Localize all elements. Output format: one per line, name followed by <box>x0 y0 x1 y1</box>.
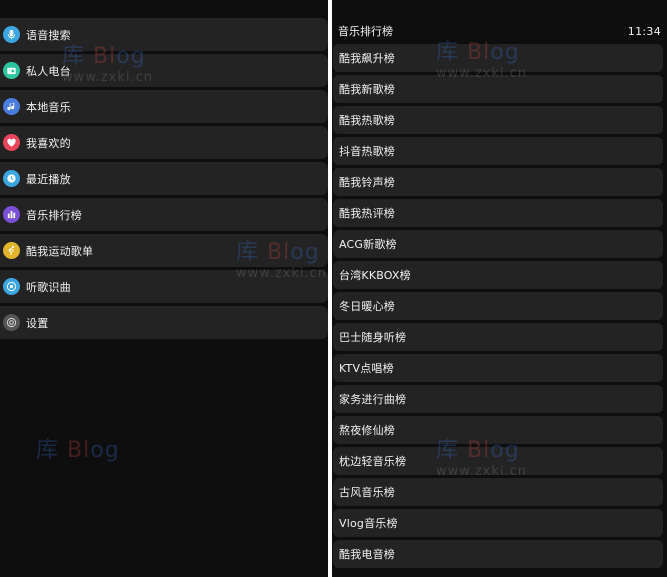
music-note-icon <box>3 98 20 115</box>
ranking-item[interactable]: 酷我铃声榜 <box>333 168 663 196</box>
menu-item[interactable]: 听歌识曲 <box>0 270 328 303</box>
menu-item[interactable]: 酷我运动歌单 <box>0 234 328 267</box>
side-menu: 语音搜索私人电台本地音乐我喜欢的最近播放音乐排行榜酷我运动歌单 听歌识曲设置 <box>0 18 328 342</box>
settings-icon <box>3 314 20 331</box>
ranking-item[interactable]: 冬日暖心榜 <box>333 292 663 320</box>
menu-item-label: 我喜欢的 <box>26 136 71 150</box>
menu-item-label: 音乐排行榜 <box>26 208 82 222</box>
ranking-item[interactable]: 台湾KKBOX榜 <box>333 261 663 289</box>
ranking-item[interactable]: 酷我飙升榜 <box>333 44 663 72</box>
ranking-item[interactable]: 酷我电音榜 <box>333 540 663 568</box>
ranking-item[interactable]: 巴士随身听榜 <box>333 323 663 351</box>
menu-item[interactable]: 我喜欢的 <box>0 126 328 159</box>
ranking-item[interactable]: 酷我热歌榜 <box>333 106 663 134</box>
ranking-item[interactable]: 家务进行曲榜 <box>333 385 663 413</box>
clock-icon <box>3 170 20 187</box>
status-bar: 音乐排行榜 11:34 <box>338 22 661 40</box>
menu-item-label: 最近播放 <box>26 172 71 186</box>
radio-icon <box>3 62 20 79</box>
menu-item[interactable]: 本地音乐 <box>0 90 328 123</box>
menu-item[interactable]: 音乐排行榜 <box>0 198 328 231</box>
run-icon <box>3 242 20 259</box>
ranking-item[interactable]: 枕边轻音乐榜 <box>333 447 663 475</box>
menu-item-label: 本地音乐 <box>26 100 71 114</box>
ranking-item[interactable]: KTV点唱榜 <box>333 354 663 382</box>
ranking-item[interactable]: Vlog音乐榜 <box>333 509 663 537</box>
menu-item-label: 语音搜索 <box>26 28 71 42</box>
ranking-item[interactable]: 酷我热评榜 <box>333 199 663 227</box>
ranking-item[interactable]: 酷我新歌榜 <box>333 75 663 103</box>
menu-item-label: 酷我运动歌单 <box>26 244 94 258</box>
menu-item-label: 私人电台 <box>26 64 71 78</box>
clock-time: 11:34 <box>627 24 661 38</box>
left-menu-panel: 语音搜索私人电台本地音乐我喜欢的最近播放音乐排行榜酷我运动歌单 听歌识曲设置 <box>0 0 328 577</box>
menu-item-label: 听歌识曲 <box>26 280 71 294</box>
ranking-item[interactable]: ACG新歌榜 <box>333 230 663 258</box>
menu-item[interactable]: 语音搜索 <box>0 18 328 51</box>
menu-item[interactable]: 设置 <box>0 306 328 339</box>
ranking-panel: 音乐排行榜 11:34 酷我飙升榜酷我新歌榜酷我热歌榜抖音热歌榜酷我铃声榜酷我热… <box>332 0 667 577</box>
microphone-icon <box>3 26 20 43</box>
menu-item[interactable]: 最近播放 <box>0 162 328 195</box>
page-title: 音乐排行榜 <box>338 25 393 38</box>
ranking-item[interactable]: 抖音热歌榜 <box>333 137 663 165</box>
heart-icon <box>3 134 20 151</box>
menu-item-label: 设置 <box>26 316 49 330</box>
chart-bars-icon <box>3 206 20 223</box>
ranking-item[interactable]: 熬夜修仙榜 <box>333 416 663 444</box>
ranking-item[interactable]: 古风音乐榜 <box>333 478 663 506</box>
ranking-list: 酷我飙升榜酷我新歌榜酷我热歌榜抖音热歌榜酷我铃声榜酷我热评榜 ACG新歌榜 台湾KK… <box>332 44 667 571</box>
menu-item[interactable]: 私人电台 <box>0 54 328 87</box>
recognize-icon <box>3 278 20 295</box>
